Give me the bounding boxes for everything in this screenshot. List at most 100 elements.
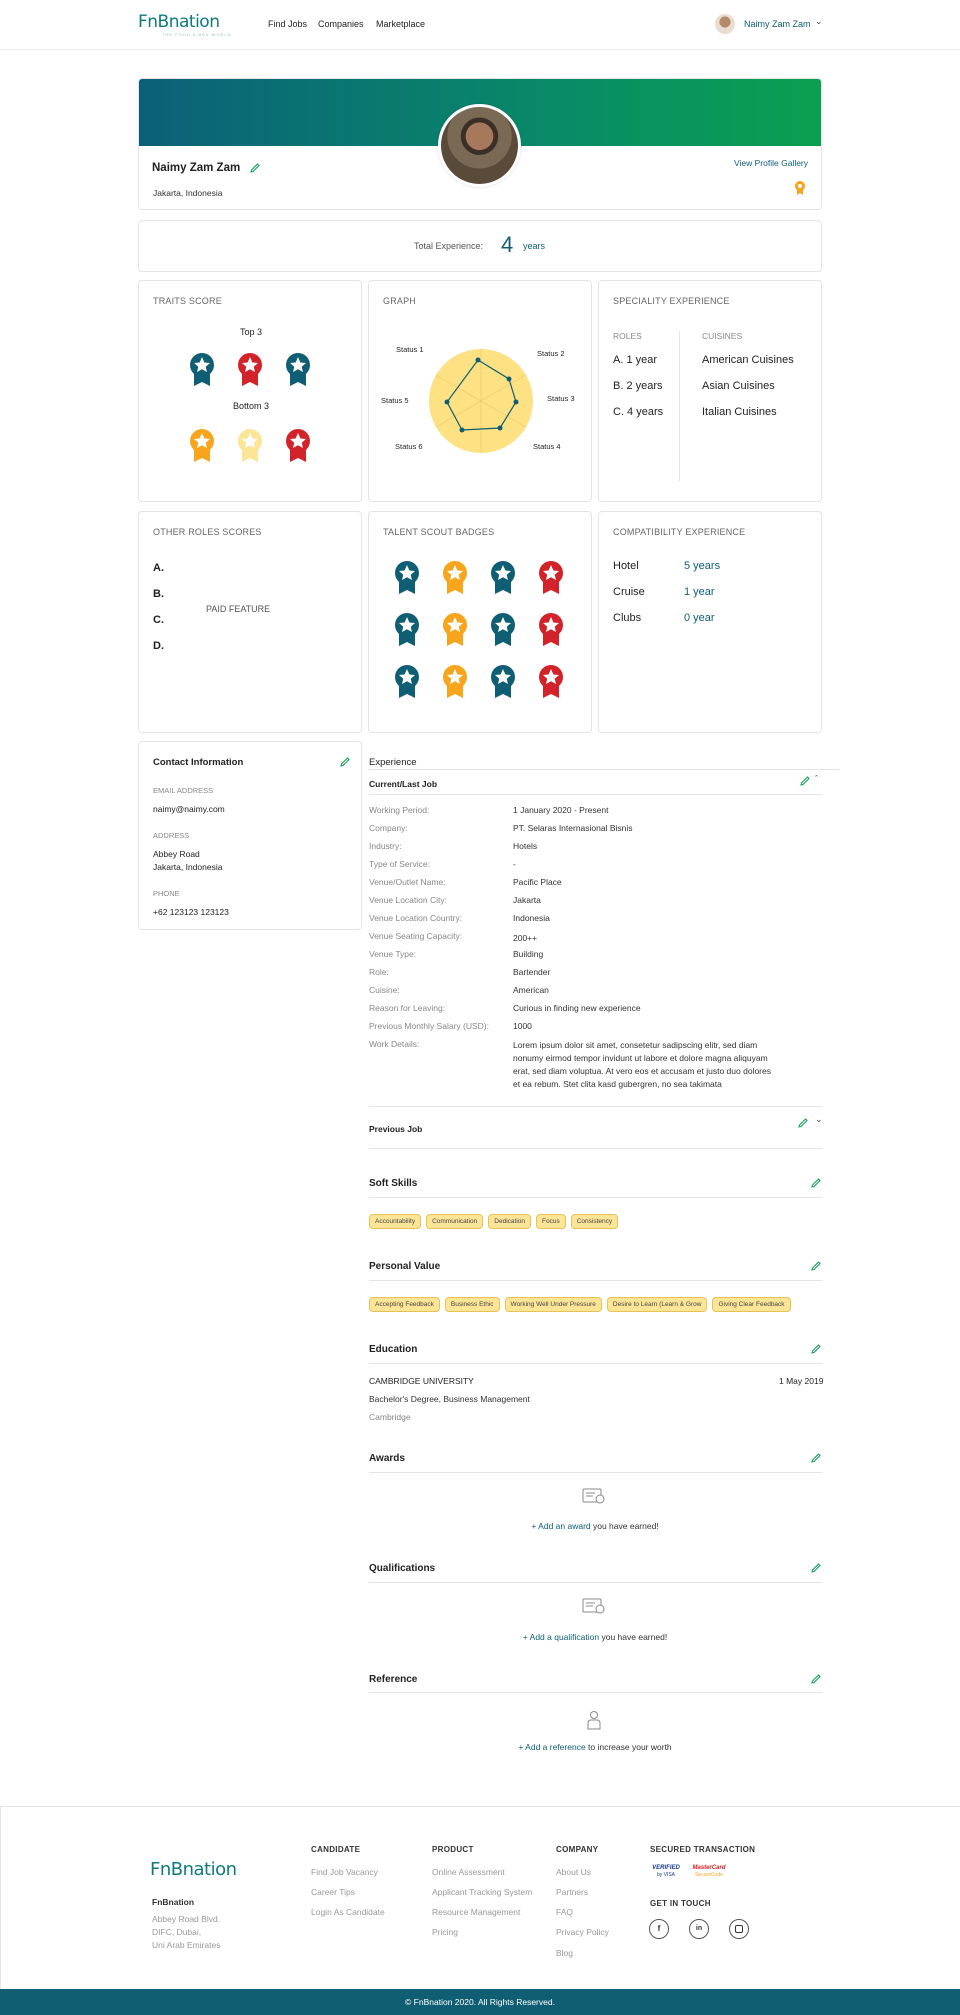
brand-logo[interactable]: FnBnation THE FOOD & BEV WORLD — [138, 12, 232, 37]
nav-marketplace[interactable]: Marketplace — [376, 19, 425, 29]
add-reference-suffix: to increase your worth — [585, 1742, 672, 1752]
footer-link[interactable]: Career Tips — [311, 1887, 355, 1897]
job-row-label: Venue Type: — [369, 949, 417, 959]
job-row-label: Previous Monthly Salary (USD): — [369, 1021, 489, 1031]
footer-link[interactable]: Online Assessment — [432, 1867, 505, 1877]
edit-personal-value-pencil-icon[interactable] — [810, 1260, 822, 1272]
education-school: CAMBRIDGE UNIVERSITY — [369, 1376, 474, 1386]
value-pill: Accepting Feedback — [369, 1297, 440, 1312]
footer-link[interactable]: FAQ — [556, 1907, 573, 1917]
add-award-link[interactable]: + Add an award — [531, 1521, 590, 1531]
cuisine-item: American Cuisines — [702, 354, 794, 366]
current-job-divider — [369, 794, 822, 795]
edit-qualifications-pencil-icon[interactable] — [810, 1562, 822, 1574]
linkedin-icon[interactable]: in — [689, 1919, 709, 1939]
instagram-glyph — [735, 1925, 743, 1933]
footer-address-1: Abbey Road Blvd. — [152, 1914, 221, 1924]
graph-label-status-5: Status 5 — [381, 396, 409, 405]
education-title: Education — [369, 1344, 418, 1355]
verified-text: VERIFIED — [652, 1865, 680, 1871]
add-qualification-link[interactable]: + Add a qualification — [523, 1632, 599, 1642]
job-row-value: Pacific Place — [513, 877, 562, 887]
edit-previous-job-pencil-icon[interactable] — [797, 1117, 809, 1129]
education-city: Cambridge — [369, 1412, 411, 1422]
chevron-down-icon: ⌄ — [815, 16, 823, 26]
footer-link[interactable]: Blog — [556, 1948, 573, 1958]
radar-graph — [429, 349, 533, 453]
job-row-value: Curious in finding new experience — [513, 1003, 641, 1013]
job-row-label: Type of Service: — [369, 859, 430, 869]
add-reference-link[interactable]: + Add a reference — [518, 1742, 585, 1752]
footer-link[interactable]: About Us — [556, 1867, 591, 1877]
education-divider — [369, 1363, 822, 1364]
email-label: EMAIL ADDRESS — [153, 786, 214, 795]
footer-link[interactable]: Login As Candidate — [311, 1907, 385, 1917]
footer-link[interactable]: Find Job Vacancy — [311, 1867, 378, 1877]
soft-skills-title: Soft Skills — [369, 1178, 418, 1189]
address-line-2: Jakarta, Indonesia — [153, 862, 223, 872]
nav-find-jobs[interactable]: Find Jobs — [268, 19, 307, 29]
view-profile-gallery-link[interactable]: View Profile Gallery — [734, 158, 808, 168]
edit-current-job-pencil-icon[interactable] — [799, 775, 811, 787]
edit-name-pencil-icon[interactable] — [249, 162, 261, 174]
email-value: naimy@naimy.com — [153, 804, 225, 814]
user-menu[interactable]: Naimy Zam Zam ⌄ — [715, 14, 825, 34]
footer: FnBnation FnBnation Abbey Road Blvd. DIF… — [0, 1806, 960, 1989]
chevron-down-icon[interactable]: ⌄ — [815, 1114, 823, 1125]
job-row-value: Building — [513, 949, 544, 959]
logo-text: FnBnation — [138, 12, 220, 32]
nav-companies[interactable]: Companies — [318, 19, 364, 29]
footer-logo[interactable]: FnBnation — [150, 1859, 237, 1880]
edit-soft-skills-pencil-icon[interactable] — [810, 1177, 822, 1189]
job-row-value: Indonesia — [513, 913, 550, 923]
qualifications-title: Qualifications — [369, 1563, 436, 1574]
edit-education-pencil-icon[interactable] — [810, 1343, 822, 1355]
cuisine-item: Italian Cuisines — [702, 406, 777, 418]
compatibility-card: COMPATIBILITY EXPERIENCE Hotel 5 years C… — [598, 511, 822, 733]
previous-job-title[interactable]: Previous Job — [369, 1124, 422, 1134]
job-row-value: Hotels — [513, 841, 538, 851]
speciality-divider — [679, 331, 680, 481]
phone-value: +62 123123 123123 — [153, 907, 229, 917]
reference-title: Reference — [369, 1674, 418, 1685]
value-pill: Business Ethic — [444, 1297, 500, 1312]
add-award-row: + Add an award you have earned! — [0, 1521, 960, 1531]
footer-link[interactable]: Partners — [556, 1887, 588, 1897]
edit-reference-pencil-icon[interactable] — [810, 1673, 822, 1685]
soft-skills-divider — [369, 1197, 822, 1198]
previous-job-divider-top — [369, 1106, 822, 1107]
job-row-value: 1000 — [513, 1021, 532, 1031]
other-role-item: B. — [153, 588, 164, 600]
chevron-up-icon[interactable]: ˆ — [815, 774, 818, 784]
instagram-icon[interactable] — [729, 1919, 749, 1939]
medal-icon — [286, 353, 310, 386]
edit-contact-pencil-icon[interactable] — [339, 756, 351, 768]
role-item: A. 1 year — [613, 354, 658, 366]
reference-divider — [369, 1692, 822, 1693]
footer-link[interactable]: Privacy Policy — [556, 1927, 609, 1937]
footer-link[interactable]: Pricing — [432, 1927, 458, 1937]
product-title: PRODUCT — [432, 1845, 474, 1854]
total-experience-card: Total Experience: 4 years — [138, 220, 822, 272]
footer-link[interactable]: Resource Management — [432, 1907, 520, 1917]
job-row-value: Jakarta — [513, 895, 541, 905]
footer-link[interactable]: Applicant Tracking System — [432, 1887, 532, 1897]
badge-icon — [395, 665, 419, 698]
education-date: 1 May 2019 — [779, 1376, 824, 1386]
experience-title: Experience — [369, 757, 417, 768]
other-roles-card: OTHER ROLES SCORES A. B. C. D. PAID FEAT… — [138, 511, 362, 733]
job-row-label: Company: — [369, 823, 408, 833]
awards-divider — [369, 1472, 822, 1473]
verified-by-visa-logo: VERIFIED by VISA — [652, 1865, 680, 1881]
secured-title: SECURED TRANSACTION — [650, 1845, 756, 1854]
current-job-title: Current/Last Job — [369, 779, 438, 789]
edit-awards-pencil-icon[interactable] — [810, 1452, 822, 1464]
contact-title: Contact Information — [153, 757, 244, 768]
qualifications-divider — [369, 1582, 822, 1583]
securecode-text: SecureCode — [695, 1872, 723, 1878]
graph-title: GRAPH — [383, 296, 417, 306]
cuisines-label: CUISINES — [702, 331, 743, 341]
facebook-icon[interactable]: f — [649, 1919, 669, 1939]
job-row-label: Venue Location City: — [369, 895, 447, 905]
cuisine-item: Asian Cuisines — [702, 380, 775, 392]
